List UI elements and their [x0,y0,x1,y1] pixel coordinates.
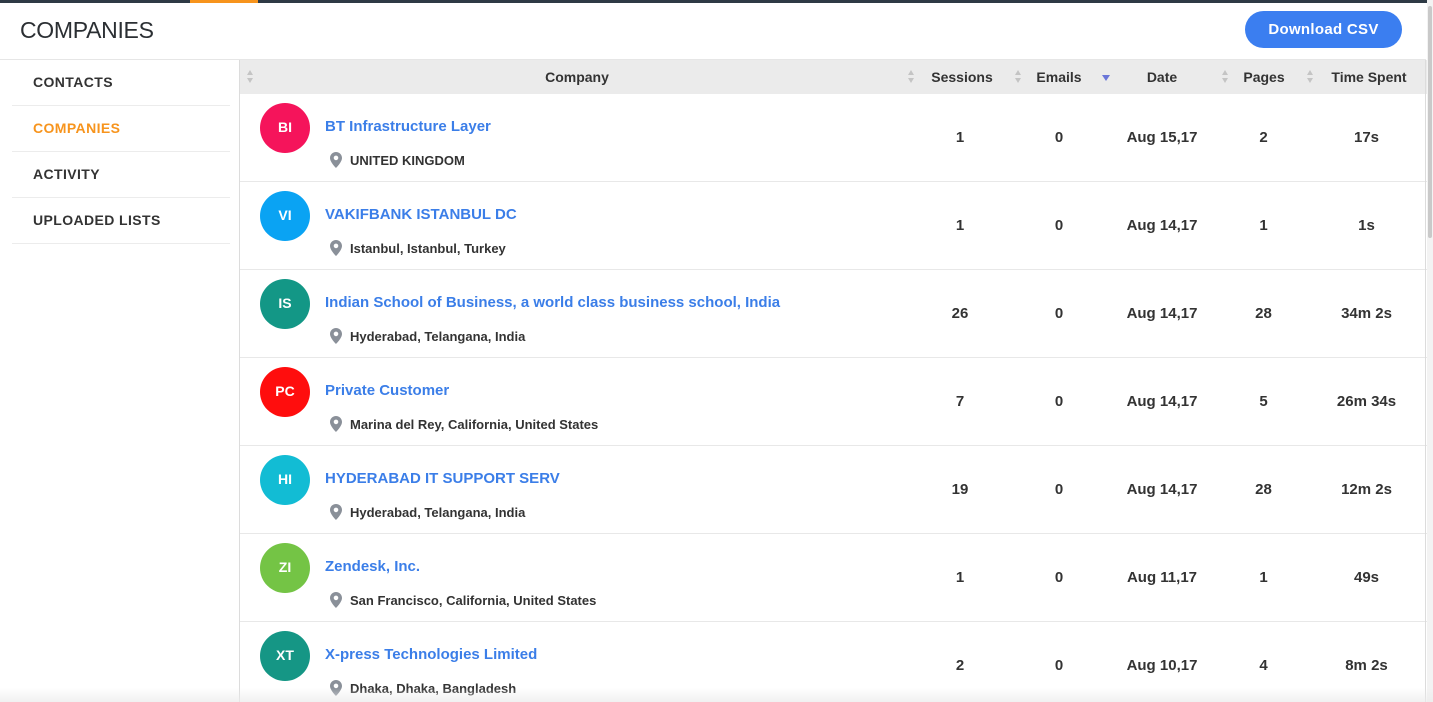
time-spent-cell: 34m 2s [1341,305,1392,322]
table-row[interactable]: PC Private Customer Marina del Rey, Califo… [240,358,1427,446]
time-spent-cell: 1s [1358,217,1375,234]
pages-cell: 1 [1259,217,1268,234]
location-pin-icon [330,592,342,608]
date-cell: Aug 15,17 [1126,129,1198,146]
sessions-cell: 1 [955,569,965,586]
company-avatar: PC [260,367,310,417]
column-header-company[interactable]: Company [252,60,902,94]
location-pin-icon [330,504,342,520]
company-location: San Francisco, California, United States [350,593,597,608]
table-row[interactable]: BI BT Infrastructure Layer UNITED KINGDOM 1… [240,94,1427,182]
column-header-pages[interactable]: Pages [1228,60,1300,94]
time-spent-cell: 12m 2s [1341,481,1392,498]
location-pin-icon [330,416,342,432]
table-row[interactable]: IS Indian School of Business, a world cla… [240,270,1427,358]
date-cell: Aug 14,17 [1126,217,1198,234]
time-spent-cell: 17s [1353,129,1380,146]
sessions-cell: 1 [955,129,965,146]
column-header-emails[interactable]: Emails [1020,60,1098,94]
company-location: Dhaka, Dhaka, Bangladesh [350,681,517,696]
company-location: Marina del Rey, California, United State… [350,417,599,432]
company-avatar: IS [260,279,310,329]
company-location: UNITED KINGDOM [350,153,465,168]
pages-cell: 2 [1259,129,1268,146]
date-cell: Aug 10,17 [1126,657,1198,674]
time-spent-cell: 49s [1353,569,1380,586]
page-title: COMPANIES [20,17,154,43]
scrollbar-thumb[interactable] [1428,6,1432,238]
table-right-border [1425,60,1426,702]
emails-cell: 0 [1054,305,1064,322]
company-name-link[interactable]: Zendesk, Inc. [325,558,420,575]
pages-cell: 5 [1259,393,1268,410]
date-cell: Aug 14,17 [1126,393,1198,410]
column-header-date[interactable]: Date [1112,60,1212,94]
sessions-cell: 2 [955,657,965,674]
time-spent-cell: 8m 2s [1345,657,1388,674]
column-header-sessions[interactable]: Sessions [915,60,1009,94]
sidebar: CONTACTS COMPANIES ACTIVITY UPLOADED LIS… [12,60,230,244]
sessions-cell: 26 [951,305,969,322]
pages-cell: 1 [1259,569,1268,586]
sort-icon[interactable] [908,70,914,84]
sidebar-item-uploaded-lists[interactable]: UPLOADED LISTS [12,198,230,244]
date-cell: Aug 14,17 [1126,481,1198,498]
company-avatar: VI [260,191,310,241]
company-avatar: XT [260,631,310,681]
sidebar-item-activity[interactable]: ACTIVITY [12,152,230,198]
pages-cell: 4 [1259,657,1268,674]
emails-cell: 0 [1054,569,1064,586]
pages-cell: 28 [1255,305,1272,322]
pages-cell: 28 [1255,481,1272,498]
company-avatar: HI [260,455,310,505]
table-row[interactable]: ZI Zendesk, Inc. San Francisco, California… [240,534,1427,622]
emails-cell: 0 [1054,217,1064,234]
location-pin-icon [330,240,342,256]
download-csv-button[interactable]: Download CSV [1245,11,1402,48]
sidebar-item-companies[interactable]: COMPANIES [12,106,230,152]
emails-cell: 0 [1054,657,1064,674]
sort-icon[interactable] [1307,70,1313,84]
company-name-link[interactable]: Private Customer [325,382,449,399]
company-avatar: ZI [260,543,310,593]
table-row[interactable]: VI VAKIFBANK ISTANBUL DC Istanbul, Istanbu… [240,182,1427,270]
location-pin-icon [330,680,342,696]
sessions-cell: 19 [951,481,969,498]
table-row[interactable]: XT X-press Technologies Limited Dhaka, Dha… [240,622,1427,702]
table-row[interactable]: HI HYDERABAD IT SUPPORT SERV Hyderabad, Te… [240,446,1427,534]
company-name-link[interactable]: HYDERABAD IT SUPPORT SERV [325,470,560,487]
time-spent-cell: 26m 34s [1336,393,1397,410]
sort-descending-icon[interactable] [1102,75,1110,81]
company-location: Hyderabad, Telangana, India [350,505,526,520]
location-pin-icon [330,152,342,168]
company-name-link[interactable]: VAKIFBANK ISTANBUL DC [325,206,517,223]
companies-table: Company Sessions Emails Date Pages Time … [239,60,1427,702]
company-location: Istanbul, Istanbul, Turkey [350,241,506,256]
company-name-link[interactable]: X-press Technologies Limited [325,646,537,663]
date-cell: Aug 11,17 [1126,569,1198,586]
company-name-link[interactable]: BT Infrastructure Layer [325,118,491,135]
sessions-cell: 7 [955,393,965,410]
company-name-link[interactable]: Indian School of Business, a world class… [325,294,780,311]
date-cell: Aug 14,17 [1126,305,1198,322]
company-avatar: BI [260,103,310,153]
column-header-time-spent[interactable]: Time Spent [1314,60,1424,94]
emails-cell: 0 [1054,393,1064,410]
company-location: Hyderabad, Telangana, India [350,329,526,344]
sidebar-item-contacts[interactable]: CONTACTS [12,60,230,106]
sessions-cell: 1 [955,217,965,234]
table-header: Company Sessions Emails Date Pages Time … [240,60,1427,94]
location-pin-icon [330,328,342,344]
emails-cell: 0 [1054,481,1064,498]
emails-cell: 0 [1054,129,1064,146]
active-nav-indicator [190,0,258,3]
